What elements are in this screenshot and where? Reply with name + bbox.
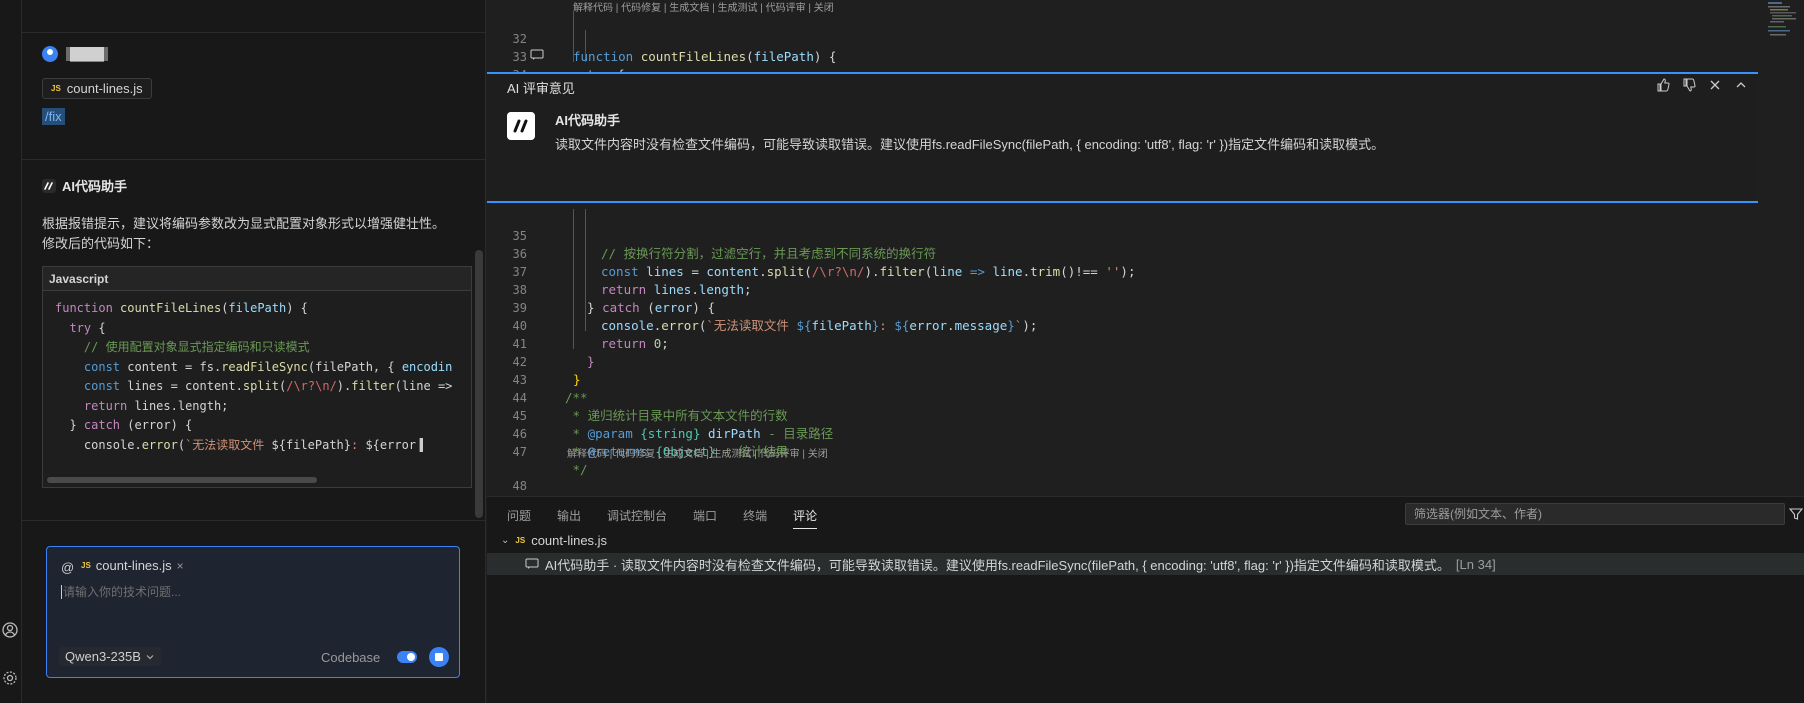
filter-input[interactable] bbox=[1405, 503, 1785, 525]
comment-icon bbox=[525, 558, 539, 569]
code-line[interactable]: 44 * 递归统计目录中所有文本文件的行数 bbox=[487, 371, 788, 423]
code-line[interactable]: 38 } catch (error) { bbox=[487, 263, 715, 315]
minimap[interactable] bbox=[1764, 0, 1804, 50]
code-line[interactable]: 34 const content = fs.readFileSync(fileP… bbox=[487, 48, 978, 100]
tab-comments[interactable]: 评论 bbox=[793, 507, 818, 529]
code-line[interactable]: 32 function countFileLines(filePath) { bbox=[487, 12, 837, 64]
code-line: } catch (error) { bbox=[55, 418, 193, 432]
code-language: Javascript bbox=[43, 267, 471, 291]
divider bbox=[22, 520, 485, 521]
comment-tree-file[interactable]: ⌄ JS count-lines.js bbox=[501, 533, 607, 548]
model-name: Qwen3-235B bbox=[65, 649, 141, 664]
user-name: ████ bbox=[66, 47, 109, 61]
comment-gutter-icon[interactable] bbox=[530, 49, 544, 61]
thumbs-up-icon[interactable] bbox=[1656, 78, 1670, 92]
chevron-up-icon[interactable] bbox=[1734, 78, 1748, 92]
tab-terminal[interactable]: 终端 bbox=[743, 507, 767, 529]
js-file-icon: JS bbox=[515, 536, 526, 545]
divider bbox=[22, 159, 485, 160]
code-line[interactable]: 41 } bbox=[487, 317, 595, 369]
user-message-header: ████ bbox=[42, 46, 109, 62]
assistant-message-line: 根据报错提示，建议将编码参数改为显式配置对象形式以增强健壮性。 bbox=[42, 216, 446, 231]
account-icon[interactable] bbox=[2, 622, 18, 638]
assistant-header: AI代码助手 bbox=[42, 176, 127, 195]
code-line: // 使用配置对象显式指定编码和只读模式 bbox=[83, 340, 310, 354]
code-line: return lines.length; bbox=[83, 398, 229, 413]
code-line: console.error(`无法读取文件 ${filePath}: ${err… bbox=[55, 437, 424, 452]
chevron-down-icon: ⌄ bbox=[501, 535, 510, 546]
code-line: try { bbox=[69, 320, 106, 335]
context-file-name: count-lines.js bbox=[95, 558, 172, 573]
tab-output[interactable]: 输出 bbox=[557, 507, 581, 529]
codelens-actions[interactable]: 解释代码 | 代码修复 | 生成文档 | 生成测试 | 代码评审 | 关闭 bbox=[573, 0, 834, 14]
comment-line-ref: [Ln 34] bbox=[1455, 556, 1496, 572]
code-line: function countFileLines(filePath) { bbox=[55, 301, 308, 315]
js-file-icon: JS bbox=[51, 84, 61, 93]
indent-guide bbox=[585, 209, 586, 331]
peek-title: AI 评审意见 bbox=[507, 81, 575, 96]
code-content[interactable]: function countFileLines(filePath) { try … bbox=[43, 291, 471, 463]
peek-bot-name: AI代码助手 bbox=[555, 113, 621, 128]
code-line: const content = fs.readFileSync(filePath… bbox=[83, 359, 453, 374]
fix-command: /fix bbox=[42, 108, 65, 125]
chat-scrollbar[interactable] bbox=[475, 250, 483, 518]
gear-icon[interactable] bbox=[2, 670, 18, 686]
code-line[interactable]: 40 return 0; bbox=[487, 299, 669, 351]
indent-guide bbox=[573, 209, 574, 349]
assistant-logo-icon bbox=[42, 178, 56, 193]
code-line[interactable]: 45 * @param {string} dirPath - 目录路径 bbox=[487, 389, 834, 441]
code-line[interactable]: 43 /** bbox=[487, 353, 588, 405]
ai-review-peek: AI 评审意见 AI代码助手 读取文件内容时没有检查文件编码，可能导致读取错误。… bbox=[487, 72, 1758, 203]
code-line: const lines = content.split(/\r?\n/).fil… bbox=[83, 379, 453, 393]
chat-input[interactable] bbox=[61, 585, 441, 599]
filter-icon[interactable] bbox=[1789, 507, 1803, 521]
code-line[interactable]: 49 let totalLines = 0; bbox=[487, 477, 722, 529]
peek-actions bbox=[1656, 78, 1748, 92]
attached-file-chip[interactable]: JS count-lines.js bbox=[42, 78, 152, 99]
js-file-icon: JS bbox=[81, 561, 91, 570]
code-line[interactable]: 46 * @returns {Object} - 统计结果 bbox=[487, 407, 789, 459]
bottom-panel: 问题 输出 调试控制台 端口 终端 评论 ⌄ JS count-lines.js… bbox=[487, 496, 1804, 703]
assistant-name: AI代码助手 bbox=[62, 179, 128, 194]
code-line[interactable]: 42 } bbox=[487, 335, 581, 387]
assistant-message: 根据报错提示，建议将编码参数改为显式配置对象形式以增强健壮性。 修改后的代码如下… bbox=[42, 214, 462, 254]
codebase-toggle[interactable] bbox=[397, 651, 417, 663]
code-line[interactable]: 39 console.error(`无法读取文件 ${filePath}: ${… bbox=[487, 281, 1038, 333]
thumbs-down-icon[interactable] bbox=[1682, 78, 1696, 92]
user-avatar bbox=[42, 46, 58, 62]
chat-composer: @ JS count-lines.js × Qwen3-235B Codebas… bbox=[46, 546, 460, 678]
codelens-actions[interactable]: 解释代码 | 代码修复 | 生成文档 | 生成测试 | 代码评审 | 关闭 bbox=[567, 445, 828, 460]
code-block: Javascript function countFileLines(fileP… bbox=[42, 266, 472, 488]
assistant-logo-icon bbox=[507, 112, 535, 140]
codebase-label: Codebase bbox=[321, 650, 381, 665]
divider bbox=[22, 32, 485, 33]
assistant-message-line: 修改后的代码如下： bbox=[42, 236, 160, 251]
comment-text: AI代码助手 · 读取文件内容时没有检查文件编码，可能导致读取错误。建议使用fs… bbox=[545, 557, 1450, 573]
code-line[interactable]: 36 const lines = content.split(/\r?\n/).… bbox=[487, 227, 1136, 279]
tab-ports[interactable]: 端口 bbox=[693, 507, 717, 529]
comment-file-name: count-lines.js bbox=[531, 533, 608, 548]
code-line[interactable]: 47 */ bbox=[487, 425, 588, 477]
chevron-down-icon bbox=[146, 654, 154, 659]
tab-debug-console[interactable]: 调试控制台 bbox=[607, 507, 667, 529]
attached-file-name: count-lines.js bbox=[66, 81, 143, 96]
peek-message: 读取文件内容时没有检查文件编码，可能导致读取错误。建议使用fs.readFile… bbox=[555, 137, 1385, 152]
code-line[interactable]: 37 return lines.length; bbox=[487, 245, 752, 297]
comment-item[interactable]: AI代码助手 · 读取文件内容时没有检查文件编码，可能导致读取错误。建议使用fs… bbox=[487, 553, 1804, 575]
code-line[interactable]: 48 function countLinesInDirectory(dirPat… bbox=[487, 459, 874, 511]
code-line[interactable]: 35 // 按换行符分割，过滤空行，并且考虑到不同系统的换行符 bbox=[487, 209, 937, 261]
code-line[interactable]: 33 try { bbox=[487, 30, 625, 82]
activity-bar bbox=[0, 0, 22, 703]
tab-problems[interactable]: 问题 bbox=[507, 507, 531, 529]
close-icon[interactable] bbox=[1708, 78, 1722, 92]
context-file-chip[interactable]: JS count-lines.js × bbox=[81, 558, 184, 573]
panel-tabs: 问题 输出 调试控制台 端口 终端 评论 bbox=[507, 507, 818, 529]
stop-button[interactable] bbox=[429, 647, 449, 667]
chat-panel: ████ JS count-lines.js /fix AI代码助手 根据报错提… bbox=[22, 0, 486, 703]
close-icon[interactable]: × bbox=[177, 559, 184, 573]
model-select[interactable]: Qwen3-235B bbox=[59, 647, 161, 666]
mention-button[interactable]: @ bbox=[61, 560, 74, 575]
code-editor: 解释代码 | 代码修复 | 生成文档 | 生成测试 | 代码评审 | 关闭 32… bbox=[487, 0, 1804, 529]
code-horizontal-scrollbar[interactable] bbox=[47, 477, 317, 483]
